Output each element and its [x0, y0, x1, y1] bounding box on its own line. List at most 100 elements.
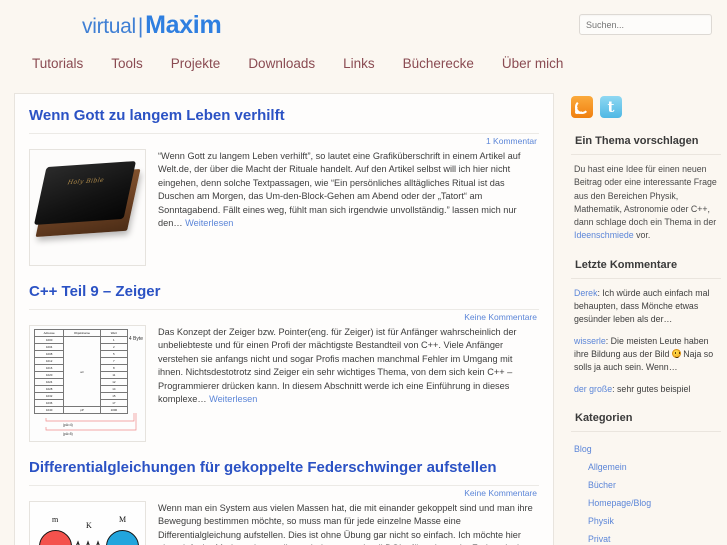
category-item-blog[interactable]: Blog	[574, 440, 721, 458]
memtable-cell-value: 17	[99, 399, 129, 407]
mass-label-M: M	[119, 515, 127, 524]
post-excerpt-text: “Wenn Gott zu langem Leben verhilft”, so…	[158, 151, 521, 229]
post-comment-count[interactable]: Keine Kommentare	[29, 310, 539, 325]
memtable-cell-value: 11	[99, 371, 129, 379]
post-body: m M K x x	[29, 501, 539, 545]
memtable-cell-addr: 1036	[33, 399, 65, 407]
widget-title: Ein Thema vorschlagen	[575, 135, 699, 147]
post-comment-count[interactable]: Keine Kommentare	[29, 486, 539, 501]
search-box[interactable]	[579, 14, 712, 35]
post-thumbnail-bible[interactable]: Holy Bible	[29, 149, 146, 266]
nav-item-links[interactable]: Links	[343, 56, 375, 71]
smiley-icon	[671, 348, 681, 358]
category-item-homepage-blog[interactable]: Homepage/Blog	[574, 494, 721, 512]
page-root: virtual|Maxim Tutorials Tools Projekte D…	[0, 0, 727, 545]
memtable-cell-addr: 1008	[33, 350, 65, 358]
bible-book-icon: Holy Bible	[30, 150, 145, 265]
nav-item-tutorials[interactable]: Tutorials	[32, 56, 83, 71]
divider	[571, 430, 721, 432]
logo-text-maxim: Maxim	[145, 11, 222, 39]
post-comment-count[interactable]: 1 Kommentar	[29, 134, 539, 149]
comment-author[interactable]: Derek	[574, 288, 597, 298]
nav-item-tools[interactable]: Tools	[111, 56, 143, 71]
mass-label-m: m	[52, 515, 59, 524]
memtable-cell-addr: 1032	[33, 392, 65, 400]
widget-categories: Kategorien Blog Allgemein Bücher Homepag…	[566, 412, 726, 545]
memtable-cell-addr: 1012	[33, 357, 65, 365]
memtable-cell-value: 14	[99, 385, 129, 393]
logo-text-virtual: virtual	[82, 15, 136, 38]
widget-suggest-topic: Ein Thema vorschlagen Du hast eine Idee …	[566, 135, 726, 243]
recent-comment-item: wisserle: Die meisten Leute haben ihre B…	[571, 335, 721, 375]
suggest-text-after: vor.	[633, 230, 651, 241]
memtable-cell-addr: 1016	[33, 364, 65, 372]
post-item: C++ Teil 9 – Zeiger Keine Kommentare Adr…	[15, 270, 553, 446]
post-thumbnail-memory-table[interactable]: Adresse Objektname Wert 1000 arr 1 1004 2 1…	[29, 325, 146, 442]
rss-icon[interactable]	[571, 96, 593, 118]
memory-table-diagram: Adresse Objektname Wert 1000 arr 1 1004 2 1…	[30, 326, 145, 441]
category-item-buecher[interactable]: Bücher	[574, 476, 721, 494]
search-input[interactable]	[579, 14, 712, 35]
category-item-allgemein[interactable]: Allgemein	[574, 458, 721, 476]
comment-text: : sehr gutes beispiel	[612, 383, 691, 394]
post-item: Differentialgleichungen für gekoppelte F…	[15, 446, 553, 545]
nav-item-ueber-mich[interactable]: Über mich	[502, 56, 564, 71]
post-title[interactable]: Wenn Gott zu langem Leben verhilft	[29, 94, 539, 133]
memtable-cell-addr: 1000	[33, 336, 65, 344]
spring-mass-diagram: m M K x x	[30, 502, 145, 545]
post-title[interactable]: Differentialgleichungen für gekoppelte F…	[29, 446, 539, 485]
post-item: Wenn Gott zu langem Leben verhilft 1 Kom…	[15, 94, 553, 270]
memtable-brace-label: 4 Byte	[128, 336, 143, 342]
memtable-pointer-arrows	[45, 413, 137, 431]
memtable-header-value: Wert	[99, 329, 129, 337]
post-title[interactable]: C++ Teil 9 – Zeiger	[29, 270, 539, 309]
page-body: Wenn Gott zu langem Leben verhilft 1 Kom…	[0, 93, 727, 545]
sidebar: t Ein Thema vorschlagen Du hast eine Ide…	[566, 93, 726, 545]
site-logo[interactable]: virtual|Maxim	[82, 11, 222, 40]
spring-coil-icon	[76, 540, 100, 545]
widget-body-text: Du hast eine Idee für einen neuen Beitra…	[571, 163, 721, 243]
category-list: Blog Allgemein Bücher Homepage/Blog Phys…	[571, 440, 721, 545]
recent-comment-item: der große: sehr gutes beispiel	[571, 383, 721, 396]
comment-author[interactable]: wisserle	[574, 336, 606, 346]
post-body: Holy Bible “Wenn Gott zu langem Leben ve…	[29, 149, 539, 270]
memtable-cell-addr: 1028	[33, 385, 65, 393]
widget-title: Letzte Kommentare	[575, 258, 678, 271]
widget-recent-comments: Letzte Kommentare Derek: Ich würde auch …	[566, 259, 726, 396]
memtable-cell-value: 1	[99, 336, 129, 344]
comment-author[interactable]: der große	[574, 384, 612, 394]
post-thumbnail-spring-mass[interactable]: m M K x x	[29, 501, 146, 545]
read-more-link[interactable]: Weiterlesen	[209, 394, 257, 404]
category-item-physik[interactable]: Physik	[574, 512, 721, 530]
post-excerpt-text: Wenn man ein System aus vielen Massen ha…	[158, 503, 537, 545]
memtable-header-objname: Objektname	[63, 329, 101, 337]
ideenschmiede-link[interactable]: Ideenschmiede	[574, 230, 634, 240]
memtable-cell-addr: 1024	[33, 378, 65, 386]
memtable-annotation-2: (pA=5)	[62, 432, 74, 436]
memtable-cell-value: 15	[99, 392, 129, 400]
divider	[571, 277, 721, 279]
memtable-header-addr: Adresse	[33, 329, 65, 337]
read-more-link[interactable]: Weiterlesen	[185, 218, 233, 228]
twitter-icon[interactable]: t	[600, 96, 622, 118]
mass-circle-left	[39, 530, 72, 545]
recent-comment-item: Derek: Ich würde auch einfach mal behaup…	[571, 287, 721, 327]
post-excerpt-text: Das Konzept der Zeiger bzw. Pointer(eng.…	[158, 327, 517, 405]
memtable-cell-value: 12	[99, 378, 129, 386]
spring-label-K: K	[86, 521, 92, 530]
memtable-cell-value: 5	[99, 350, 129, 358]
post-excerpt: Das Konzept der Zeiger bzw. Pointer(eng.…	[158, 325, 539, 442]
memtable-cell-addr: 1004	[33, 343, 65, 351]
divider	[571, 154, 721, 155]
memtable-cell-objname: arr	[63, 336, 101, 407]
nav-item-projekte[interactable]: Projekte	[171, 56, 221, 71]
nav-item-buecherecke[interactable]: Bücherecke	[403, 56, 474, 71]
category-item-privat[interactable]: Privat	[574, 530, 721, 545]
site-header: virtual|Maxim	[0, 0, 727, 52]
memory-table: Adresse Objektname Wert 1000 arr 1 1004 2 1…	[33, 329, 129, 414]
memtable-annotation-1: (pA=4)	[62, 423, 74, 427]
widget-title: Kategorien	[575, 411, 633, 424]
main-navigation: Tutorials Tools Projekte Downloads Links…	[0, 56, 727, 86]
memtable-cell-value: 2	[99, 343, 129, 351]
nav-item-downloads[interactable]: Downloads	[248, 56, 315, 71]
